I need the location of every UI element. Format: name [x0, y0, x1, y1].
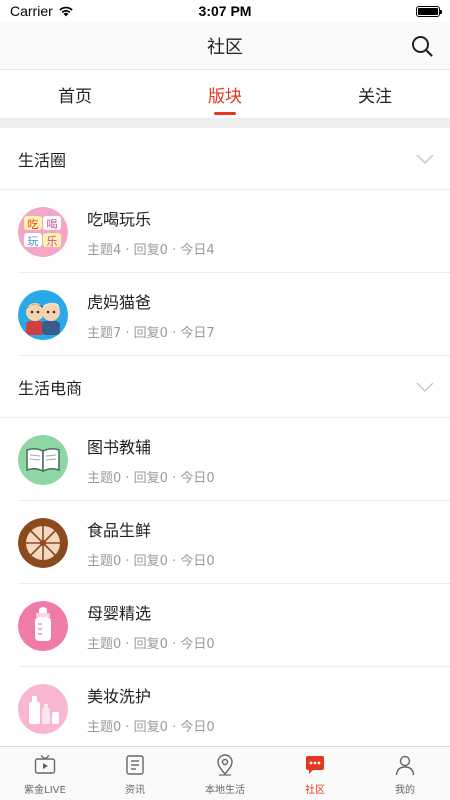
forum-stats: 主题7 · 回复0 · 今日7: [87, 325, 215, 341]
tab-home-label: 首页: [58, 86, 92, 107]
chat-bubble-icon: [306, 756, 324, 774]
forum-name: 美妆洗护: [87, 686, 152, 706]
location-pin-icon: [217, 754, 233, 776]
tabbar-label: 本地生活: [205, 785, 245, 796]
tab-boards-label: 版块: [208, 86, 242, 107]
forum-text: 图书教辅 主题0 · 回复0 · 今日0: [87, 434, 215, 486]
svg-text:吃: 吃: [28, 218, 39, 231]
list-item[interactable]: 虎妈猫爸 主题7 · 回复0 · 今日7: [0, 273, 450, 356]
page-title: 社区: [207, 36, 243, 58]
forum-name: 虎妈猫爸: [87, 292, 152, 312]
search-icon[interactable]: [410, 34, 434, 58]
svg-text:喝: 喝: [47, 218, 58, 231]
food-fun-icon: 吃 喝 玩 乐: [18, 206, 68, 257]
cosmetics-icon: [18, 683, 68, 734]
tab-home[interactable]: 首页: [0, 70, 150, 118]
forum-stats: 主题0 · 回复0 · 今日0: [87, 719, 215, 735]
active-tab-indicator: [214, 112, 236, 115]
forum-text: 虎妈猫爸 主题7 · 回复0 · 今日7: [87, 289, 215, 341]
status-left: Carrier: [10, 3, 74, 19]
tv-icon: [34, 754, 56, 774]
list-item[interactable]: 食品生鲜 主题0 · 回复0 · 今日0: [0, 501, 450, 584]
fruit-slice-icon: [18, 517, 68, 568]
list-item[interactable]: 母婴精选 主题0 · 回复0 · 今日0: [0, 584, 450, 667]
list-item[interactable]: 吃 喝 玩 乐 吃喝玩乐 主题4 · 回复0 · 今日4: [0, 190, 450, 273]
nav-bar: 社区: [0, 22, 450, 70]
section-title: 生活圈: [18, 150, 67, 170]
svg-text:乐: 乐: [47, 235, 58, 248]
tabbar-label: 社区: [305, 785, 325, 796]
chevron-down-icon[interactable]: [416, 381, 434, 392]
section-title: 生活电商: [18, 378, 83, 398]
status-bar: Carrier 3:07 PM: [0, 0, 450, 22]
forum-name: 图书教辅: [87, 437, 152, 457]
tabbar-label: 资讯: [125, 785, 145, 796]
section-header-life-circle[interactable]: 生活圈: [0, 128, 450, 190]
tab-following-label: 关注: [358, 86, 392, 107]
wifi-icon: [59, 6, 73, 17]
news-list-icon: [126, 755, 144, 775]
section-header-life-ecommerce[interactable]: 生活电商: [0, 356, 450, 418]
tabbar-item-local[interactable]: 本地生活: [180, 747, 270, 800]
person-icon: [395, 755, 415, 776]
bottom-tab-bar: 紫金LIVE 资讯 本地生活 社区 我的: [0, 746, 450, 800]
book-icon: [18, 434, 68, 485]
battery-icon: [416, 5, 442, 17]
forum-name: 食品生鲜: [87, 520, 152, 540]
list-item[interactable]: 美妆洗护 主题0 · 回复0 · 今日0: [0, 667, 450, 746]
chevron-down-icon[interactable]: [416, 153, 434, 164]
list-item[interactable]: 图书教辅 主题0 · 回复0 · 今日0: [0, 418, 450, 501]
forum-text: 吃喝玩乐 主题4 · 回复0 · 今日4: [87, 206, 215, 258]
forum-text: 母婴精选 主题0 · 回复0 · 今日0: [87, 600, 215, 652]
tabbar-item-news[interactable]: 资讯: [90, 747, 180, 800]
forum-stats: 主题4 · 回复0 · 今日4: [87, 242, 215, 258]
tab-boards[interactable]: 版块: [150, 70, 300, 118]
forum-name: 母婴精选: [87, 603, 152, 623]
forum-name: 吃喝玩乐: [87, 209, 152, 229]
tabbar-label: 我的: [395, 785, 415, 796]
forum-text: 食品生鲜 主题0 · 回复0 · 今日0: [87, 517, 215, 569]
forum-stats: 主题0 · 回复0 · 今日0: [87, 636, 215, 652]
tabbar-item-community[interactable]: 社区: [270, 747, 360, 800]
baby-bottle-icon: [18, 600, 68, 651]
segment-tabs: 首页 版块 关注: [0, 70, 450, 118]
tabbar-item-me[interactable]: 我的: [360, 747, 450, 800]
forum-stats: 主题0 · 回复0 · 今日0: [87, 470, 215, 486]
tabbar-label: 紫金LIVE: [24, 785, 66, 796]
carrier-label: Carrier: [10, 3, 53, 19]
section-gap: [0, 118, 450, 128]
svg-text:玩: 玩: [28, 235, 39, 248]
forum-text: 美妆洗护 主题0 · 回复0 · 今日0: [87, 683, 215, 735]
parents-icon: [18, 289, 68, 340]
forum-list[interactable]: 生活圈 吃 喝 玩 乐 吃喝玩乐 主题4 · 回复0 · 今日4 虎妈猫爸 主题…: [0, 128, 450, 746]
forum-stats: 主题0 · 回复0 · 今日0: [87, 553, 215, 569]
tabbar-item-live[interactable]: 紫金LIVE: [0, 747, 90, 800]
tab-following[interactable]: 关注: [300, 70, 450, 118]
